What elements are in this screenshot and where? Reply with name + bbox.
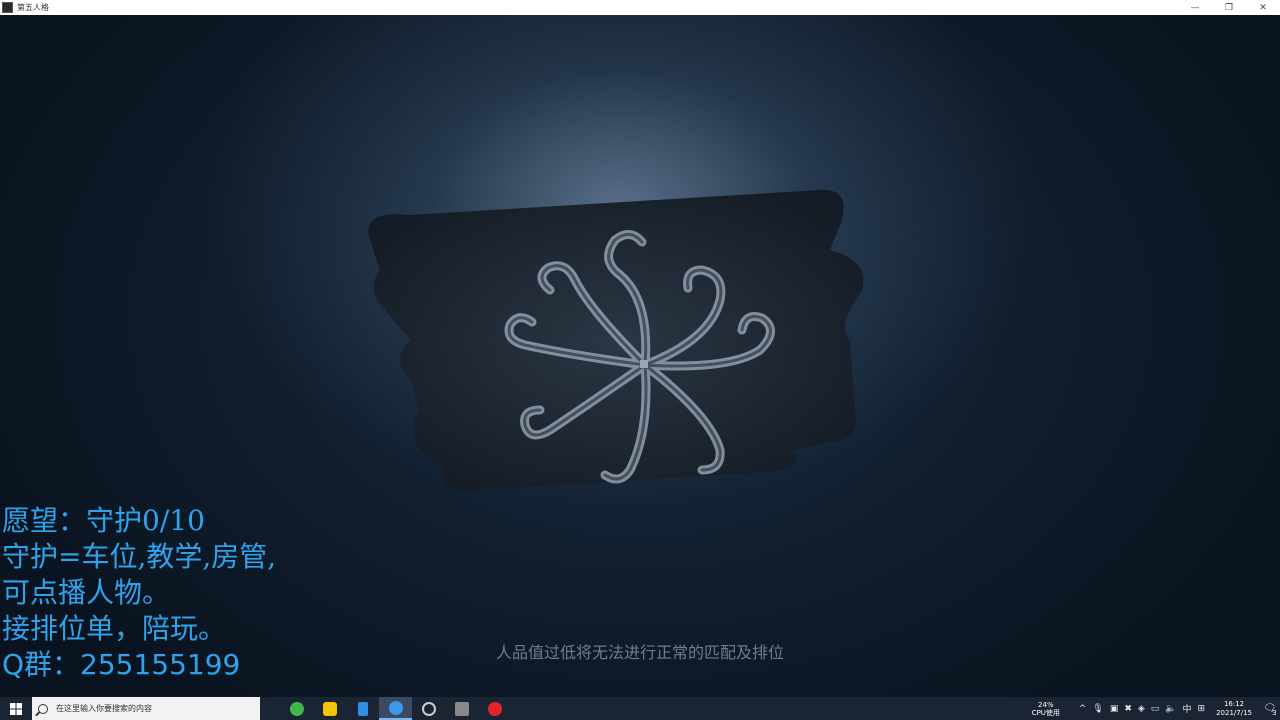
ime-indicator[interactable]: 中: [1183, 702, 1192, 715]
start-button[interactable]: [0, 697, 32, 720]
notification-center-button[interactable]: 🗨 3: [1260, 697, 1280, 720]
cpu-percent: 24%: [1038, 700, 1054, 709]
minimize-button[interactable]: —: [1178, 0, 1212, 15]
overlay-qq-group-line: Q群：255155199: [2, 648, 241, 681]
keyboard-layout-icon[interactable]: ⊞: [1198, 704, 1206, 714]
app-icon: [2, 2, 13, 13]
window-title: 第五人格: [17, 3, 49, 12]
game-app-icon: [454, 701, 469, 716]
overlay-request-line: 可点播人物。: [2, 576, 171, 609]
window-controls: — ❐ ✕: [1178, 0, 1280, 15]
volume-icon[interactable]: 🔈: [1165, 704, 1176, 714]
cpu-label: CPU使用: [1031, 708, 1060, 717]
taskbar-app-game[interactable]: [445, 697, 478, 720]
system-tray: 24% CPU使用 ^ 🎙 ▣ ✖ ◈ ▭ 🔈 中 ⊞ 16:12 2021/7…: [1028, 697, 1280, 720]
stream-overlay-text: 愿望：守护0/10 守护=车位,教学,房管, 可点播人物。 接排位单，陪玩。 Q…: [2, 503, 276, 683]
taskbar-search-box[interactable]: 在这里输入你要搜索的内容: [32, 697, 260, 720]
security-icon[interactable]: ▣: [1110, 704, 1119, 714]
yellow-app-icon: [322, 701, 337, 716]
green-app-icon: [289, 701, 304, 716]
alert-icon[interactable]: ✖: [1124, 704, 1132, 714]
netease-music-icon: [487, 701, 502, 716]
chevron-up-icon[interactable]: ^: [1079, 704, 1087, 714]
taskbar-clock[interactable]: 16:12 2021/7/15: [1216, 700, 1252, 718]
overlay-guard-line: 守护=车位,教学,房管,: [2, 540, 277, 573]
taskbar-app-browser[interactable]: [379, 697, 412, 720]
taskbar-app-green[interactable]: [280, 697, 313, 720]
clock-date: 2021/7/15: [1216, 708, 1252, 717]
cpu-usage-widget[interactable]: 24% CPU使用: [1028, 701, 1064, 717]
notification-count: 3: [1272, 708, 1277, 717]
search-placeholder: 在这里输入你要搜索的内容: [56, 704, 152, 713]
window-title-bar: 第五人格 — ❐ ✕: [0, 0, 1280, 15]
shield-icon[interactable]: ◈: [1138, 704, 1145, 714]
windows-taskbar: 在这里输入你要搜索的内容 24% CPU使用 ^ 🎙 ▣ ✖ ◈ ▭ 🔈 中 ⊞…: [0, 697, 1280, 720]
search-icon: [38, 703, 48, 714]
restore-button[interactable]: ❐: [1212, 0, 1246, 15]
microphone-icon[interactable]: 🎙: [1092, 704, 1103, 714]
clock-time: 16:12: [1223, 699, 1245, 708]
overlay-service-line: 接排位单，陪玩。: [2, 612, 227, 645]
windows-logo-icon: [10, 702, 22, 715]
taskbar-app-clock[interactable]: [412, 697, 445, 720]
taskbar-app-phone[interactable]: [346, 697, 379, 720]
taskbar-apps: [280, 697, 511, 720]
taskbar-app-yellow[interactable]: [313, 697, 346, 720]
overlay-wish-line: 愿望：守护0/10: [2, 504, 205, 537]
close-button[interactable]: ✕: [1246, 0, 1280, 15]
clock-app-icon: [421, 701, 436, 716]
network-icon[interactable]: ▭: [1151, 704, 1160, 714]
taskbar-app-music[interactable]: [478, 697, 511, 720]
phone-app-icon: [357, 701, 368, 716]
loading-emblem: [368, 189, 864, 491]
browser-app-icon: [388, 700, 403, 715]
